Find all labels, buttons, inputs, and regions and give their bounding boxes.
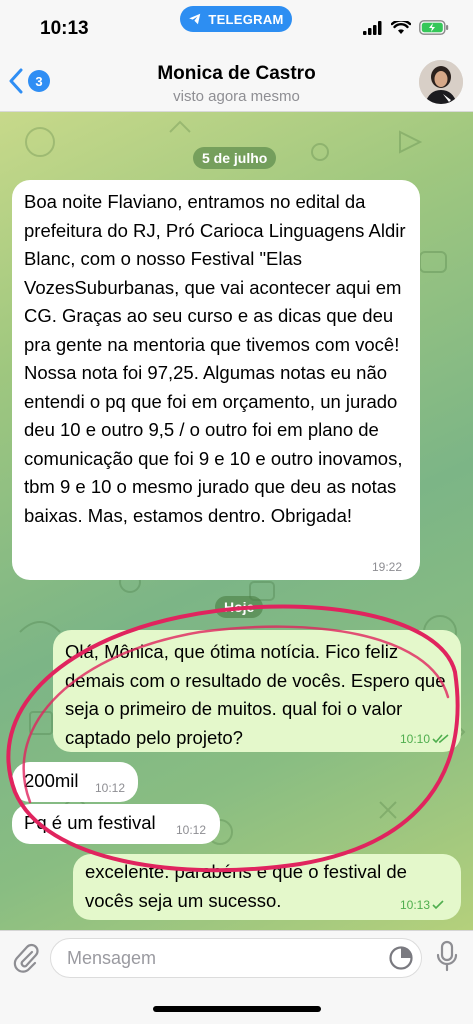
- message-input[interactable]: Mensagem: [50, 938, 422, 978]
- message-time: 10:10: [400, 732, 450, 746]
- message-text: Pq é um festival: [24, 812, 156, 833]
- message-text: 200mil: [24, 770, 79, 791]
- message-input-placeholder: Mensagem: [67, 948, 157, 968]
- telegram-pill-label: TELEGRAM: [208, 11, 284, 27]
- double-check-icon: [432, 734, 449, 744]
- date-separator: 5 de julho: [193, 147, 277, 169]
- status-icons: [363, 20, 449, 35]
- avatar[interactable]: [419, 60, 463, 104]
- message-time-text: 10:13: [400, 898, 431, 912]
- message-time: 10:13: [400, 898, 444, 912]
- check-icon: [432, 900, 444, 910]
- paperclip-icon[interactable]: [12, 943, 40, 973]
- telegram-pill[interactable]: TELEGRAM: [180, 6, 292, 32]
- status-bar: 10:13 TELEGRAM: [0, 0, 473, 54]
- sticker-icon[interactable]: [388, 945, 414, 971]
- home-indicator: [153, 1006, 321, 1012]
- microphone-icon[interactable]: [436, 940, 458, 974]
- status-time: 10:13: [40, 18, 89, 39]
- chat-header: 3 Monica de Castro visto agora mesmo: [0, 54, 473, 112]
- date-separator: Hoje: [215, 596, 264, 618]
- battery-icon: [419, 20, 449, 35]
- wifi-icon: [391, 20, 411, 34]
- message-text: excelente. parabéns e que o festival de …: [85, 861, 407, 911]
- message-time: 19:22: [372, 560, 403, 574]
- message-text: Boa noite Flaviano, entramos no edital d…: [24, 191, 406, 526]
- message-incoming[interactable]: Boa noite Flaviano, entramos no edital d…: [12, 180, 420, 580]
- signal-icon: [363, 20, 382, 35]
- contact-name[interactable]: Monica de Castro: [0, 63, 473, 85]
- message-time-text: 10:10: [400, 732, 431, 746]
- message-text: Olá, Mônica, que ótima notícia. Fico fel…: [65, 641, 446, 748]
- contact-status: visto agora mesmo: [173, 88, 300, 105]
- chat-area[interactable]: 5 de julho Boa noite Flaviano, entramos …: [0, 112, 473, 930]
- message-time: 10:12: [95, 781, 126, 795]
- telegram-icon: [189, 13, 201, 25]
- message-time: 10:12: [176, 823, 207, 837]
